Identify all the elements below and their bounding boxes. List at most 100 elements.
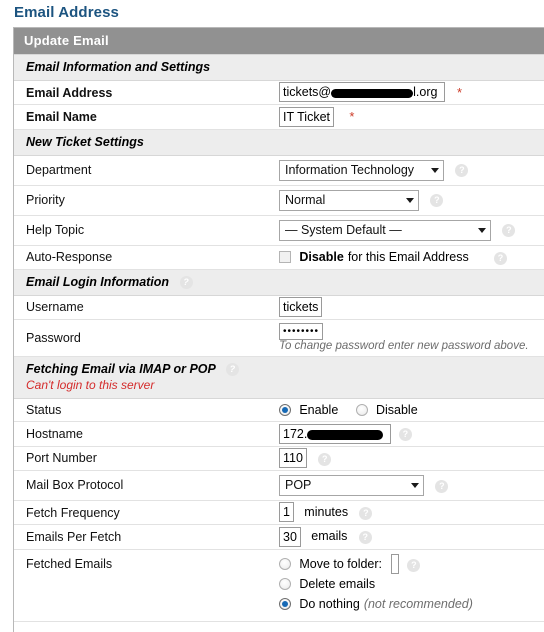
label-username: Username [14,295,279,320]
label-fetch-frequency: Fetch Frequency [14,500,279,526]
help-icon-help-topic[interactable]: ? [502,224,516,238]
mailbox-protocol-select-value: POP [285,478,312,493]
row-email-address: Email Address tickets@ l.org * [14,80,544,106]
row-mailbox-protocol: Mail Box Protocol POP ? [14,470,544,501]
row-help-topic: Help Topic — System Default — ? [14,215,544,246]
label-port-number: Port Number [14,446,279,471]
fetched-emails-radio-delete[interactable] [279,577,291,590]
fetched-emails-option-move: Move to folder: ? [279,553,544,574]
section-email-login-information: Email Login Information ? [14,268,544,296]
hostname-input[interactable]: 172. [279,423,391,444]
row-password: Password •••••••• To change password ent… [14,319,544,358]
section-label-email-information: Email Information and Settings [26,60,211,74]
section-label-new-ticket-settings: New Ticket Settings [26,134,144,149]
fetched-emails-label-delete: Delete emails [299,576,376,591]
help-topic-select[interactable]: — System Default — [279,219,491,241]
fetch-error-message: Can't login to this server [26,378,155,393]
fetched-emails-label-nothing: Do nothing [299,596,360,611]
row-username: Username tickets [14,295,544,320]
fetched-emails-radio-move[interactable] [279,557,291,570]
mailbox-protocol-select[interactable]: POP [279,474,424,496]
label-password: Password [14,319,279,358]
panel-title: Update Email [14,28,544,55]
help-icon-port-number[interactable]: ? [318,452,332,466]
fetched-emails-radio-nothing[interactable] [279,597,291,610]
priority-select[interactable]: Normal [279,189,419,211]
section-label-fetching-email: Fetching Email via IMAP or POP [26,362,216,377]
help-icon-department[interactable]: ? [455,164,469,178]
fetch-frequency-unit: minutes [304,504,349,519]
label-fetched-emails: Fetched Emails [14,549,279,622]
username-input[interactable]: tickets [279,296,323,317]
help-icon-fetch-frequency[interactable]: ? [359,506,373,520]
label-department: Department [14,155,279,186]
email-address-value-prefix: tickets@ [283,85,332,100]
section-label-email-login-information: Email Login Information [26,274,170,289]
chevron-down-icon [411,482,419,488]
label-emails-per-fetch: Emails Per Fetch [14,524,279,550]
auto-response-option-rest: for this Email Address [347,249,469,264]
section-new-ticket-settings: New Ticket Settings [14,128,544,156]
fetched-emails-note-nothing: (not recommended) [363,596,473,611]
chevron-down-icon [478,227,486,233]
email-settings-table: Update Email Email Information and Setti… [14,28,544,622]
move-to-folder-input[interactable] [391,553,400,574]
label-priority: Priority [14,185,279,216]
fetched-emails-option-nothing: Do nothing (not recommended) [279,595,544,613]
help-icon-fetched-emails[interactable]: ? [407,558,421,572]
help-topic-select-value: — System Default — [285,223,402,238]
auto-response-disable-checkbox[interactable] [279,250,291,263]
help-icon-mailbox-protocol[interactable]: ? [435,479,449,493]
help-icon-priority[interactable]: ? [430,194,444,208]
email-address-input[interactable]: tickets@ l.org [279,82,445,103]
label-email-name: Email Name [14,104,279,130]
emails-per-fetch-unit: emails [311,529,348,544]
help-icon-fetching-email[interactable]: ? [225,363,239,377]
help-icon-auto-response[interactable]: ? [494,251,508,265]
email-address-value-suffix: l.org [413,85,438,100]
priority-select-value: Normal [285,193,326,208]
label-mailbox-protocol: Mail Box Protocol [14,470,279,501]
redaction-mark-hostname [307,429,384,440]
row-department: Department Information Technology ? [14,155,544,186]
required-indicator-email-name: * [349,109,355,125]
auto-response-option-bold: Disable [299,249,344,264]
row-fetched-emails: Fetched Emails Move to folder: ? Delete … [14,549,544,622]
row-hostname: Hostname 172. ? [14,421,544,447]
page-title: Email Address [14,4,119,21]
row-port-number: Port Number 110 ? [14,446,544,471]
chevron-down-icon [406,197,414,203]
row-emails-per-fetch: Emails Per Fetch 30 emails ? [14,524,544,550]
label-auto-response: Auto-Response [14,245,279,270]
row-status: Status Enable Disable [14,398,544,423]
password-input[interactable]: •••••••• [279,323,324,341]
label-status: Status [14,398,279,423]
row-fetch-frequency: Fetch Frequency 1 minutes ? [14,500,544,526]
label-hostname: Hostname [14,421,279,447]
fetched-emails-label-move: Move to folder: [299,556,383,571]
status-radio-disable[interactable] [355,404,368,417]
fetched-emails-option-delete: Delete emails [279,575,544,593]
email-name-input[interactable]: IT Ticket [279,106,335,127]
help-icon-emails-per-fetch[interactable]: ? [358,531,372,545]
status-option-disable: Disable [375,403,418,418]
emails-per-fetch-input[interactable]: 30 [279,526,301,547]
row-priority: Priority Normal ? [14,185,544,216]
redaction-mark-email [331,89,414,99]
hostname-value-prefix: 172. [283,426,308,441]
port-number-input[interactable]: 110 [279,447,307,468]
label-email-address: Email Address [14,80,279,106]
row-auto-response: Auto-Response Disable for this Email Addr… [14,245,544,270]
department-select[interactable]: Information Technology [279,159,444,181]
help-icon-email-login[interactable]: ? [179,275,193,289]
chevron-down-icon [431,167,439,173]
help-icon-hostname[interactable]: ? [398,428,412,442]
row-email-name: Email Name IT Ticket * [14,104,544,130]
section-fetching-email: Fetching Email via IMAP or POP ? Can't l… [14,356,544,400]
status-radio-enable[interactable] [279,404,291,417]
section-email-information: Email Information and Settings [14,54,544,81]
password-hint: To change password enter new password ab… [279,340,529,353]
fetch-frequency-input[interactable]: 1 [279,502,294,523]
department-select-value: Information Technology [285,163,415,178]
required-indicator-email-address: * [456,85,462,100]
